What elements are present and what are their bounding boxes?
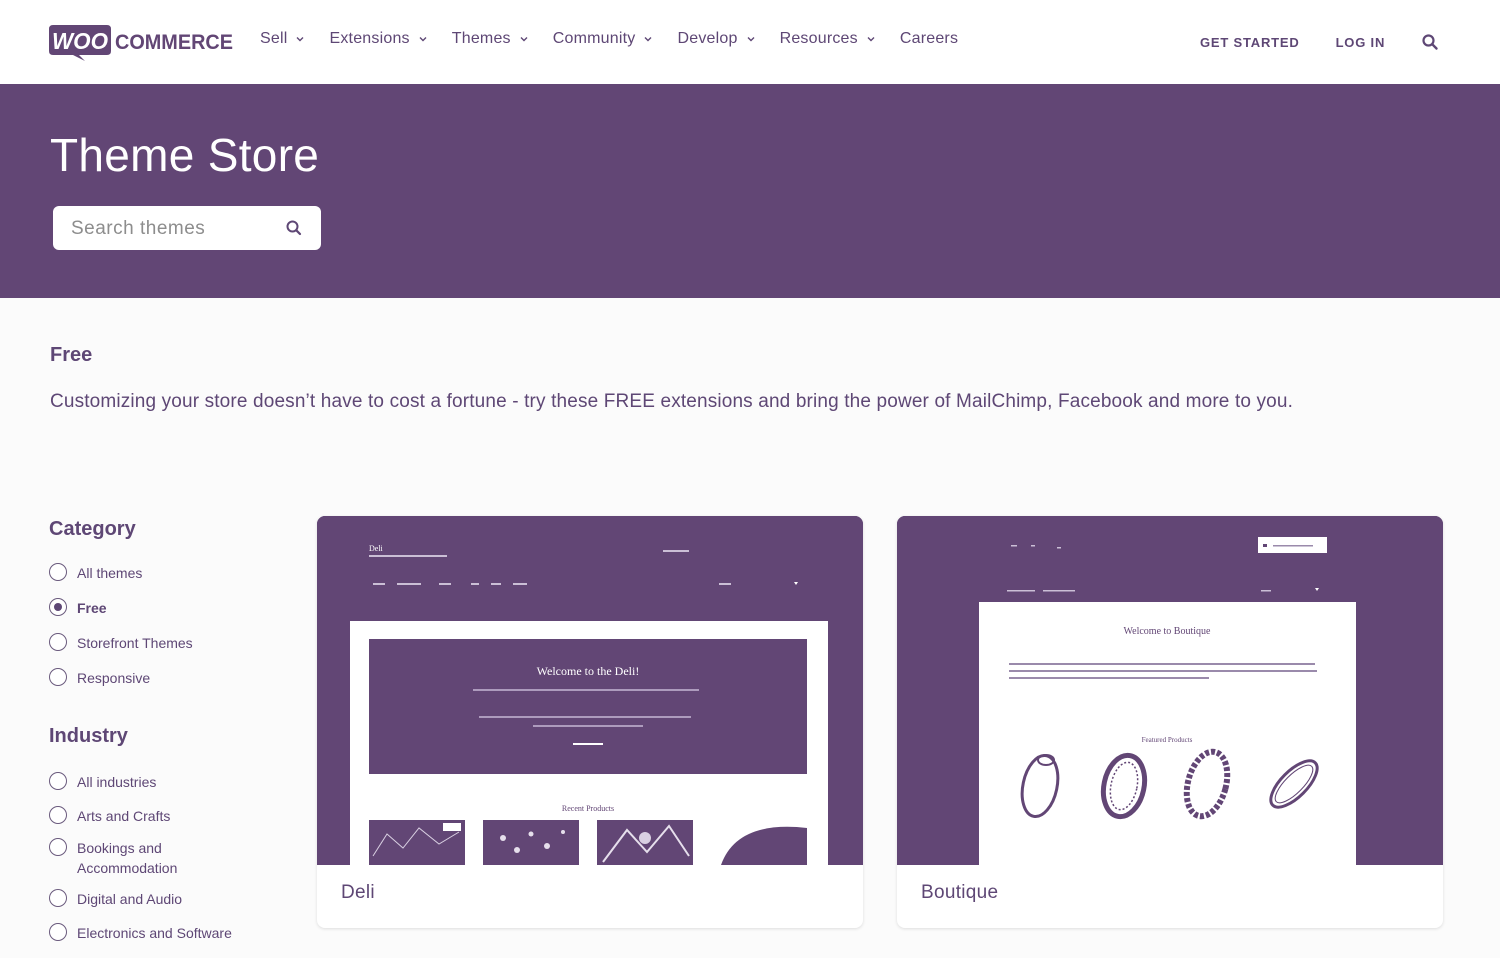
theme-search-box: [53, 206, 321, 250]
radio-button[interactable]: [49, 806, 67, 824]
filter-all-industries[interactable]: All industries: [49, 772, 289, 792]
nav-extensions-label: Extensions: [329, 30, 410, 47]
filter-label: Storefront Themes: [77, 635, 193, 651]
theme-card-boutique[interactable]: Welcome to Boutique Featured Products Bo…: [897, 516, 1443, 928]
radio-button[interactable]: [49, 923, 67, 941]
nav-extensions[interactable]: Extensions: [329, 30, 427, 48]
filter-arts-and-crafts[interactable]: Arts and Crafts: [49, 806, 289, 826]
svg-text:WOO: WOO: [52, 28, 108, 54]
nav-themes[interactable]: Themes: [452, 30, 529, 48]
radio-button[interactable]: [49, 889, 67, 907]
filter-label: Electronics and Software: [77, 925, 232, 941]
filter-label: Free: [77, 600, 107, 616]
chevron-down-icon: [747, 37, 755, 42]
theme-name-deli[interactable]: Deli: [341, 882, 375, 904]
filter-label: Bookings and Accommodation: [77, 840, 178, 876]
theme-name-boutique[interactable]: Boutique: [921, 882, 998, 904]
chevron-down-icon: [644, 37, 652, 42]
industry-heading: Industry: [49, 725, 128, 747]
log-in-link[interactable]: LOG IN: [1336, 35, 1386, 50]
nav-resources-label: Resources: [779, 30, 858, 47]
theme-search-input[interactable]: [69, 216, 273, 242]
radio-button[interactable]: [49, 563, 67, 581]
theme-card-deli[interactable]: Deli Welcome to the Deli! Recent Product…: [317, 516, 863, 928]
svg-text:Welcome to the Deli!: Welcome to the Deli!: [537, 664, 640, 678]
theme-preview-boutique: Welcome to Boutique Featured Products: [897, 516, 1443, 865]
filter-storefront-themes[interactable]: Storefront Themes: [49, 633, 289, 653]
chevron-down-icon: [296, 37, 304, 42]
radio-button[interactable]: [49, 772, 67, 790]
filter-label: All themes: [77, 565, 143, 581]
chevron-down-icon: [419, 37, 427, 42]
nav-sell-label: Sell: [260, 30, 288, 47]
section-description: Customizing your store doesn’t have to c…: [50, 391, 1294, 412]
filter-all-themes[interactable]: All themes: [49, 563, 289, 583]
svg-text:Deli: Deli: [369, 544, 384, 553]
filter-electronics-and-software[interactable]: Electronics and Software: [49, 923, 289, 943]
filter-label: All industries: [77, 774, 157, 790]
header-actions: GET STARTED LOG IN: [1200, 33, 1439, 51]
top-navigation-bar: WOO COMMERCE Sell Extensions Themes Comm…: [0, 0, 1500, 84]
svg-text:Welcome to Boutique: Welcome to Boutique: [1124, 626, 1212, 637]
nav-develop-label: Develop: [677, 30, 738, 47]
page-title: Theme Store: [50, 129, 320, 181]
filter-bookings-and-accommodation[interactable]: Bookings and Accommodation: [49, 838, 289, 878]
category-heading: Category: [49, 518, 136, 540]
main-nav: Sell Extensions Themes Community Develop…: [260, 30, 982, 48]
chevron-down-icon: [867, 37, 875, 42]
radio-button[interactable]: [49, 633, 67, 651]
filter-label: Responsive: [77, 670, 151, 686]
svg-text:Featured Products: Featured Products: [1142, 736, 1193, 744]
radio-button[interactable]: [49, 668, 67, 686]
search-icon[interactable]: [1421, 33, 1439, 51]
radio-button-checked[interactable]: [49, 598, 67, 616]
filter-responsive[interactable]: Responsive: [49, 668, 289, 688]
nav-careers[interactable]: Careers: [900, 30, 958, 48]
radio-button[interactable]: [49, 838, 67, 856]
filter-label: Digital and Audio: [77, 891, 183, 907]
svg-text:COMMERCE: COMMERCE: [115, 31, 233, 54]
nav-develop[interactable]: Develop: [677, 30, 755, 48]
filter-free[interactable]: Free: [49, 598, 289, 618]
nav-sell[interactable]: Sell: [260, 30, 305, 48]
nav-community-label: Community: [552, 30, 636, 47]
filter-label: Arts and Crafts: [77, 808, 171, 824]
svg-text:Recent Products: Recent Products: [562, 804, 614, 813]
filter-digital-and-audio[interactable]: Digital and Audio: [49, 889, 289, 909]
section-title: Free: [50, 344, 93, 366]
nav-community[interactable]: Community: [553, 30, 654, 48]
chevron-down-icon: [520, 37, 528, 42]
search-icon[interactable]: [285, 219, 303, 237]
theme-preview-deli: Deli Welcome to the Deli! Recent Product…: [317, 516, 863, 865]
get-started-link[interactable]: GET STARTED: [1200, 35, 1300, 50]
nav-careers-label: Careers: [899, 30, 959, 47]
nav-themes-label: Themes: [451, 30, 511, 47]
hero-banner: Theme Store: [0, 84, 1500, 298]
nav-resources[interactable]: Resources: [780, 30, 876, 48]
woocommerce-logo[interactable]: WOO COMMERCE: [49, 25, 235, 61]
filters-sidebar: Category All themes Free Storefront Them…: [49, 518, 289, 943]
